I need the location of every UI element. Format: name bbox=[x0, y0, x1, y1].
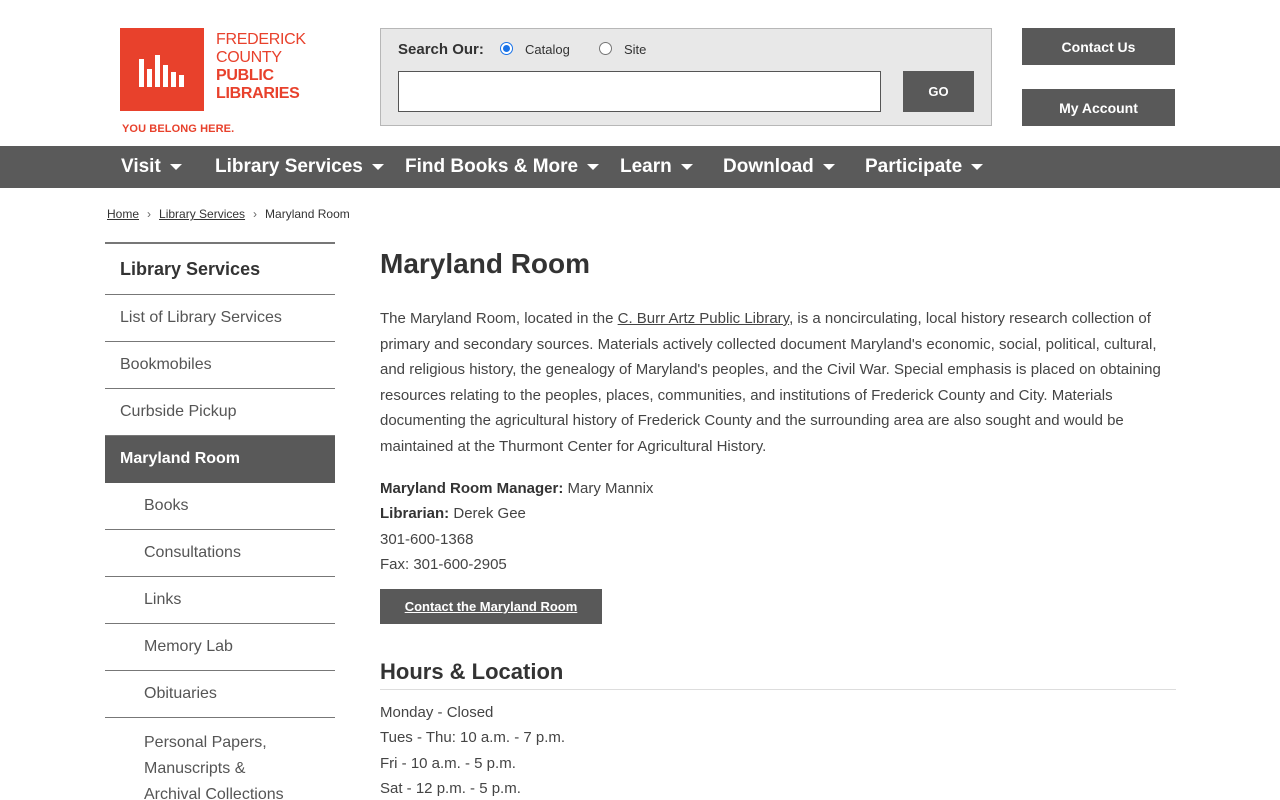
manager-label: Maryland Room Manager: bbox=[380, 479, 564, 497]
nav-item-download[interactable]: Download bbox=[723, 146, 835, 188]
search-label: Search Our: bbox=[398, 41, 484, 58]
sidebar-item-personal-papers[interactable]: Personal Papers, Manuscripts & Archival … bbox=[105, 718, 295, 800]
nav-label: Find Books & More bbox=[405, 156, 579, 177]
logo-mark bbox=[120, 28, 204, 111]
page-title: Maryland Room bbox=[380, 248, 591, 279]
librarian-line: Librarian: Derek Gee bbox=[380, 501, 1176, 527]
logo-line-1: FREDERICK bbox=[216, 31, 306, 48]
site-header: FREDERICK COUNTY PUBLIC LIBRARIES YOU BE… bbox=[0, 0, 1280, 146]
logo-wordmark: FREDERICK COUNTY PUBLIC LIBRARIES bbox=[216, 31, 306, 103]
manager-name: Mary Mannix bbox=[567, 479, 654, 497]
burr-artz-library-link[interactable]: C. Burr Artz Public Library bbox=[618, 310, 789, 327]
nav-item-find-books[interactable]: Find Books & More bbox=[405, 146, 600, 188]
sidebar-heading[interactable]: Library Services bbox=[105, 242, 335, 295]
sidebar-item-links[interactable]: Links bbox=[105, 577, 335, 624]
sidebar-item-memory-lab[interactable]: Memory Lab bbox=[105, 624, 335, 671]
nav-label: Learn bbox=[620, 156, 672, 177]
library-logo[interactable]: FREDERICK COUNTY PUBLIC LIBRARIES YOU BE… bbox=[120, 28, 306, 140]
site-radio-label[interactable]: Site bbox=[624, 42, 646, 57]
librarian-name: Derek Gee bbox=[453, 505, 526, 523]
logo-line-4: LIBRARIES bbox=[216, 85, 300, 102]
breadcrumb-current: Maryland Room bbox=[265, 207, 350, 221]
hours-heading: Hours & Location bbox=[380, 659, 1176, 690]
sidebar-item-obituaries[interactable]: Obituaries bbox=[105, 671, 335, 718]
my-account-button[interactable]: My Account bbox=[1022, 89, 1175, 126]
breadcrumb-separator: › bbox=[253, 207, 258, 221]
logo-bars-icon bbox=[139, 55, 185, 87]
sidebar-nav: Library Services List of Library Service… bbox=[105, 242, 335, 800]
hours-line: Tues - Thu: 10 a.m. - 7 p.m. bbox=[380, 729, 566, 747]
breadcrumb: Home › Library Services › Maryland Room bbox=[107, 207, 350, 221]
nav-label: Participate bbox=[865, 156, 963, 177]
site-radio[interactable] bbox=[599, 42, 612, 55]
go-button[interactable]: GO bbox=[903, 71, 974, 112]
caret-down-icon bbox=[587, 164, 600, 170]
sidebar-item-books[interactable]: Books bbox=[105, 483, 335, 530]
logo-tagline: YOU BELONG HERE. bbox=[122, 123, 235, 135]
manager-line: Maryland Room Manager: Mary Mannix bbox=[380, 476, 1176, 502]
intro-text-start: The Maryland Room, located in the bbox=[380, 310, 618, 327]
sidebar-item-maryland-room[interactable]: Maryland Room bbox=[105, 436, 335, 483]
caret-down-icon bbox=[371, 164, 384, 170]
hours-line: Sat - 12 p.m. - 5 p.m. bbox=[380, 780, 521, 798]
sidebar-item-list-of-services[interactable]: List of Library Services bbox=[105, 295, 335, 342]
main-content: Maryland Room The Maryland Room, located… bbox=[380, 242, 1176, 800]
nav-item-visit[interactable]: Visit bbox=[121, 146, 182, 188]
logo-line-3: PUBLIC bbox=[216, 67, 274, 84]
search-panel: Search Our: Catalog Site GO bbox=[380, 28, 992, 126]
hours-list: Monday - Closed Tues - Thu: 10 a.m. - 7 … bbox=[380, 700, 1176, 800]
intro-paragraph: The Maryland Room, located in the C. Bur… bbox=[380, 306, 1176, 460]
nav-label: Library Services bbox=[215, 156, 363, 177]
nav-label: Download bbox=[723, 156, 814, 177]
caret-down-icon bbox=[680, 164, 693, 170]
contact-info: Maryland Room Manager: Mary Mannix Libra… bbox=[380, 476, 1176, 578]
nav-label: Visit bbox=[121, 156, 161, 177]
librarian-label: Librarian: bbox=[380, 505, 450, 523]
sidebar-item-bookmobiles[interactable]: Bookmobiles bbox=[105, 342, 335, 389]
phone-number: 301-600-1368 bbox=[380, 530, 474, 548]
nav-item-participate[interactable]: Participate bbox=[865, 146, 984, 188]
contact-maryland-room-button[interactable]: Contact the Maryland Room bbox=[380, 588, 602, 624]
catalog-radio-label[interactable]: Catalog bbox=[525, 42, 570, 57]
sidebar-item-consultations[interactable]: Consultations bbox=[105, 530, 335, 577]
breadcrumb-home[interactable]: Home bbox=[107, 207, 139, 221]
intro-text-end: , is a noncirculating, local history res… bbox=[380, 310, 1161, 455]
hours-line: Monday - Closed bbox=[380, 703, 494, 721]
nav-item-learn[interactable]: Learn bbox=[620, 146, 693, 188]
caret-down-icon bbox=[971, 164, 984, 170]
fax-number: Fax: 301-600-2905 bbox=[380, 556, 507, 574]
caret-down-icon bbox=[822, 164, 835, 170]
breadcrumb-library-services[interactable]: Library Services bbox=[159, 207, 245, 221]
breadcrumb-separator: › bbox=[147, 207, 152, 221]
hours-line: Fri - 10 a.m. - 5 p.m. bbox=[380, 754, 516, 772]
contact-us-button[interactable]: Contact Us bbox=[1022, 28, 1175, 65]
catalog-radio[interactable] bbox=[500, 42, 513, 55]
search-input[interactable] bbox=[398, 71, 881, 112]
caret-down-icon bbox=[169, 164, 182, 170]
nav-item-library-services[interactable]: Library Services bbox=[215, 146, 384, 188]
sidebar-item-curbside-pickup[interactable]: Curbside Pickup bbox=[105, 389, 335, 436]
logo-line-2: COUNTY bbox=[216, 49, 282, 66]
main-nav: Visit Library Services Find Books & More… bbox=[0, 146, 1280, 188]
